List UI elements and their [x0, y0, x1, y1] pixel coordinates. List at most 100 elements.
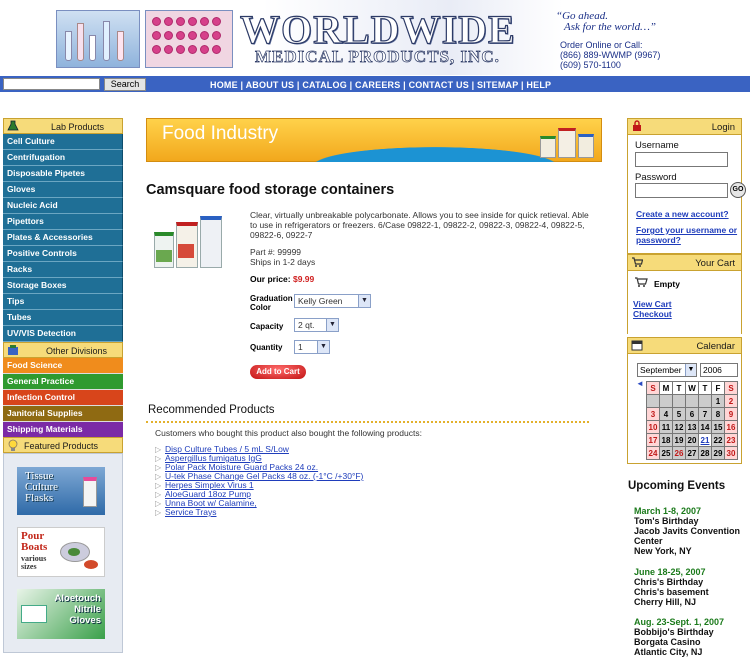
chevron-down-icon: ▼ — [685, 364, 696, 376]
lab-item-gloves[interactable]: Gloves — [3, 182, 123, 198]
calendar-day[interactable]: 14 — [698, 420, 712, 434]
calendar-day[interactable]: 23 — [724, 433, 738, 447]
year-input[interactable]: 2006 — [700, 363, 738, 377]
calendar-day[interactable]: 4 — [659, 407, 673, 421]
promo-aloetouch-nitrile-gloves[interactable]: Aloetouch Nitrile Gloves — [17, 589, 105, 639]
product-meta: Part #: 99999 Ships in 1-2 days — [250, 247, 316, 267]
calendar-day[interactable]: 9 — [724, 407, 738, 421]
calendar-day[interactable]: 12 — [672, 420, 686, 434]
calendar-day[interactable]: 18 — [659, 433, 673, 447]
view-cart-link[interactable]: View Cart — [633, 299, 672, 309]
calendar-day[interactable]: 29 — [711, 446, 725, 460]
add-to-cart-button[interactable]: Add to Cart — [250, 365, 306, 379]
calendar-day[interactable]: 11 — [659, 420, 673, 434]
create-account-link[interactable]: Create a new account? — [636, 209, 729, 219]
lab-item-nucleic-acid[interactable]: Nucleic Acid — [3, 198, 123, 214]
prev-month-icon[interactable]: ◄ — [636, 379, 644, 388]
username-input[interactable] — [635, 152, 728, 167]
graduation-color-select[interactable]: Kelly Green ▼ — [294, 294, 371, 308]
lab-item-storage-boxes[interactable]: Storage Boxes — [3, 278, 123, 294]
go-button[interactable]: GO — [730, 182, 746, 198]
nav-home[interactable]: HOME — [210, 80, 238, 90]
division-infection-control[interactable]: Infection Control — [3, 390, 123, 406]
calendar-day[interactable]: 5 — [672, 407, 686, 421]
recommended-divider — [146, 421, 589, 423]
calendar-day[interactable]: 22 — [711, 433, 725, 447]
event-date: June 18-25, 2007 — [634, 567, 706, 577]
cart-icon — [631, 256, 644, 268]
lab-item-tips[interactable]: Tips — [3, 294, 123, 310]
calendar-day-today[interactable]: 21 — [698, 433, 712, 447]
calendar-day[interactable]: 6 — [685, 407, 699, 421]
calendar-day[interactable]: 26 — [672, 446, 686, 460]
calendar-day[interactable]: 19 — [672, 433, 686, 447]
division-food-science[interactable]: Food Science — [3, 358, 123, 374]
cart-header: Your Cart — [627, 254, 742, 271]
calendar-day[interactable]: 7 — [698, 407, 712, 421]
weekday-sat: S — [724, 381, 738, 395]
calendar-day[interactable]: 1 — [711, 394, 725, 408]
logo-subtitle: MEDICAL PRODUCTS, INC. — [255, 47, 500, 67]
weekday-fri: F — [711, 381, 725, 395]
nav-help[interactable]: HELP — [526, 80, 551, 90]
calendar-day[interactable]: 16 — [724, 420, 738, 434]
calendar-day[interactable]: 2 — [724, 394, 738, 408]
logo-wordmark[interactable]: WORLDWIDE — [239, 6, 516, 53]
quantity-select[interactable]: 1 ▼ — [294, 340, 330, 354]
event-1: March 1-8, 2007 Tom's Birthday Jacob Jav… — [634, 506, 741, 556]
lab-item-centrifugation[interactable]: Centrifugation — [3, 150, 123, 166]
arrow-right-icon: ▷ — [155, 481, 162, 490]
calendar-day[interactable]: 24 — [646, 446, 660, 460]
calendar-day[interactable]: 13 — [685, 420, 699, 434]
header-photo-tubes — [56, 10, 140, 68]
calendar-day[interactable]: 17 — [646, 433, 660, 447]
lab-item-pipettors[interactable]: Pipettors — [3, 214, 123, 230]
lab-item-positive-controls[interactable]: Positive Controls — [3, 246, 123, 262]
lab-item-plates-accessories[interactable]: Plates & Accessories — [3, 230, 123, 246]
nav-catalog[interactable]: CATALOG — [302, 80, 347, 90]
search-button[interactable]: Search — [104, 78, 146, 91]
lab-item-racks[interactable]: Racks — [3, 262, 123, 278]
calendar-day[interactable]: 8 — [711, 407, 725, 421]
lab-item-disposable-pipetes[interactable]: Disposable Pipetes — [3, 166, 123, 182]
recommended-link[interactable]: Service Trays — [165, 507, 217, 517]
weekday-tue: T — [672, 381, 686, 395]
calendar-day — [672, 394, 686, 408]
calendar-day — [646, 394, 660, 408]
calendar-header: Calendar — [627, 337, 742, 354]
featured-products-header: Featured Products — [3, 437, 123, 453]
calendar-day[interactable]: 25 — [659, 446, 673, 460]
slogan: “Go ahead. Ask for the world…” — [556, 10, 656, 33]
promo-pour-boats[interactable]: Pour Boats various sizes — [17, 527, 105, 577]
calendar-day[interactable]: 28 — [698, 446, 712, 460]
nav-about-us[interactable]: ABOUT US — [246, 80, 295, 90]
capacity-select[interactable]: 2 qt. ▼ — [294, 318, 339, 332]
nav-careers[interactable]: CAREERS — [355, 80, 400, 90]
search-input[interactable] — [3, 78, 100, 90]
upcoming-events-title: Upcoming Events — [628, 480, 726, 492]
calendar-day[interactable]: 20 — [685, 433, 699, 447]
calendar-day[interactable]: 3 — [646, 407, 660, 421]
building-icon — [7, 344, 19, 356]
division-janitorial-supplies[interactable]: Janitorial Supplies — [3, 406, 123, 422]
month-select[interactable]: September ▼ — [637, 363, 697, 377]
calendar-day[interactable]: 27 — [685, 446, 699, 460]
division-shipping-materials[interactable]: Shipping Materials — [3, 422, 123, 438]
nav-sitemap[interactable]: SITEMAP — [477, 80, 518, 90]
calendar-day[interactable]: 15 — [711, 420, 725, 434]
list-item: ▷ Service Trays — [155, 507, 363, 518]
lab-item-cell-culture[interactable]: Cell Culture — [3, 134, 123, 150]
nav-contact-us[interactable]: CONTACT US — [409, 80, 469, 90]
lab-item-tubes[interactable]: Tubes — [3, 310, 123, 326]
forgot-credentials-link[interactable]: Forgot your username or password? — [636, 225, 737, 245]
promo-tissue-culture-flasks[interactable]: Tissue Culture Flasks — [17, 467, 105, 515]
arrow-right-icon: ▷ — [155, 508, 162, 517]
checkout-link[interactable]: Checkout — [633, 309, 672, 319]
password-input[interactable] — [635, 183, 728, 198]
graduation-color-label: Graduation Color — [250, 294, 293, 312]
lab-item-uv-vis-detection[interactable]: UV/VIS Detection — [3, 326, 123, 342]
chevron-down-icon: ▼ — [326, 319, 338, 331]
division-general-practice[interactable]: General Practice — [3, 374, 123, 390]
calendar-day[interactable]: 10 — [646, 420, 660, 434]
calendar-day[interactable]: 30 — [724, 446, 738, 460]
